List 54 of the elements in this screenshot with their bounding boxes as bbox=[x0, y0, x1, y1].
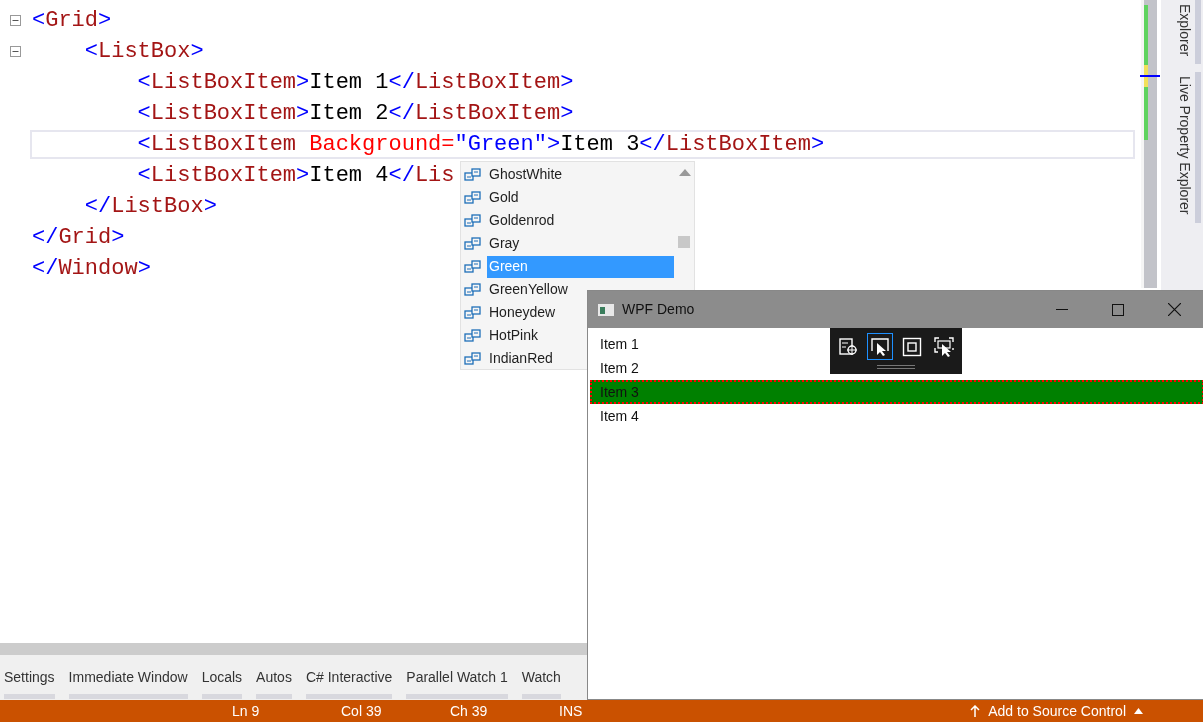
code-line: <Grid> bbox=[31, 7, 113, 35]
list-item[interactable]: Item 4 bbox=[590, 404, 1203, 428]
close-icon bbox=[1167, 303, 1181, 316]
scroll-thumb[interactable] bbox=[678, 236, 690, 248]
list-item[interactable]: Item 3 bbox=[590, 380, 1203, 404]
code-line: </ListBox> bbox=[83, 193, 218, 221]
status-item: Ln 9 bbox=[232, 701, 261, 721]
collapse-icon[interactable] bbox=[9, 15, 21, 26]
completion-item[interactable]: GhostWhite bbox=[487, 163, 565, 186]
window-title: WPF Demo bbox=[622, 300, 695, 319]
target-icon bbox=[838, 336, 858, 357]
app-icon bbox=[598, 303, 614, 316]
completion-item[interactable]: Gold bbox=[487, 186, 521, 209]
completion-item[interactable]: Honeydew bbox=[487, 301, 558, 324]
class-icon bbox=[464, 213, 482, 228]
up-arrow-icon bbox=[970, 705, 981, 717]
inspect-tool-button[interactable] bbox=[867, 333, 893, 360]
list-item[interactable]: Item 1 bbox=[590, 332, 1203, 356]
maximize-icon bbox=[1112, 303, 1124, 316]
class-icon bbox=[464, 351, 482, 366]
source-control-button[interactable]: Add to Source Control bbox=[970, 700, 1143, 722]
scroll-up-icon[interactable] bbox=[679, 169, 691, 176]
side-tab[interactable]: Live Property Explorer bbox=[1161, 72, 1201, 223]
class-icon bbox=[464, 190, 482, 205]
status-item: INS bbox=[559, 701, 584, 721]
frame-icon bbox=[902, 336, 922, 357]
status-item: Col 39 bbox=[341, 701, 383, 721]
completion-item[interactable]: HotPink bbox=[487, 324, 541, 347]
completion-item[interactable]: Gray bbox=[487, 232, 522, 255]
code-line: <ListBoxItem>Item 1</ListBoxItem> bbox=[136, 69, 575, 97]
cursor-frame-icon bbox=[934, 336, 954, 357]
drag-handle[interactable] bbox=[877, 365, 915, 369]
code-line: <ListBoxItem>Item 2</ListBoxItem> bbox=[136, 100, 575, 128]
code-line: <ListBoxItem>Item 4</Lis bbox=[136, 162, 456, 190]
class-icon bbox=[464, 305, 482, 320]
list-item[interactable]: Item 2 bbox=[590, 356, 1203, 380]
cursor-icon bbox=[870, 336, 890, 357]
completion-item[interactable]: GreenYellow bbox=[487, 278, 570, 301]
collapse-icon[interactable] bbox=[9, 46, 21, 57]
scroll-bar[interactable] bbox=[1141, 0, 1157, 288]
class-icon bbox=[464, 282, 482, 297]
code-line: <ListBox> bbox=[83, 38, 205, 66]
class-icon bbox=[464, 167, 482, 182]
code-line: </Grid> bbox=[31, 224, 126, 252]
minimize-icon bbox=[1056, 308, 1068, 311]
caret-icon bbox=[1134, 708, 1143, 714]
code-line: </Window> bbox=[31, 255, 152, 283]
completion-item[interactable]: Goldenrod bbox=[487, 209, 557, 232]
class-icon bbox=[464, 236, 482, 251]
class-icon bbox=[464, 328, 482, 343]
class-icon bbox=[464, 259, 482, 274]
completion-item[interactable]: IndianRed bbox=[487, 347, 555, 370]
status-item: Ch 39 bbox=[450, 701, 489, 721]
side-tab[interactable]: Explorer bbox=[1161, 0, 1201, 65]
